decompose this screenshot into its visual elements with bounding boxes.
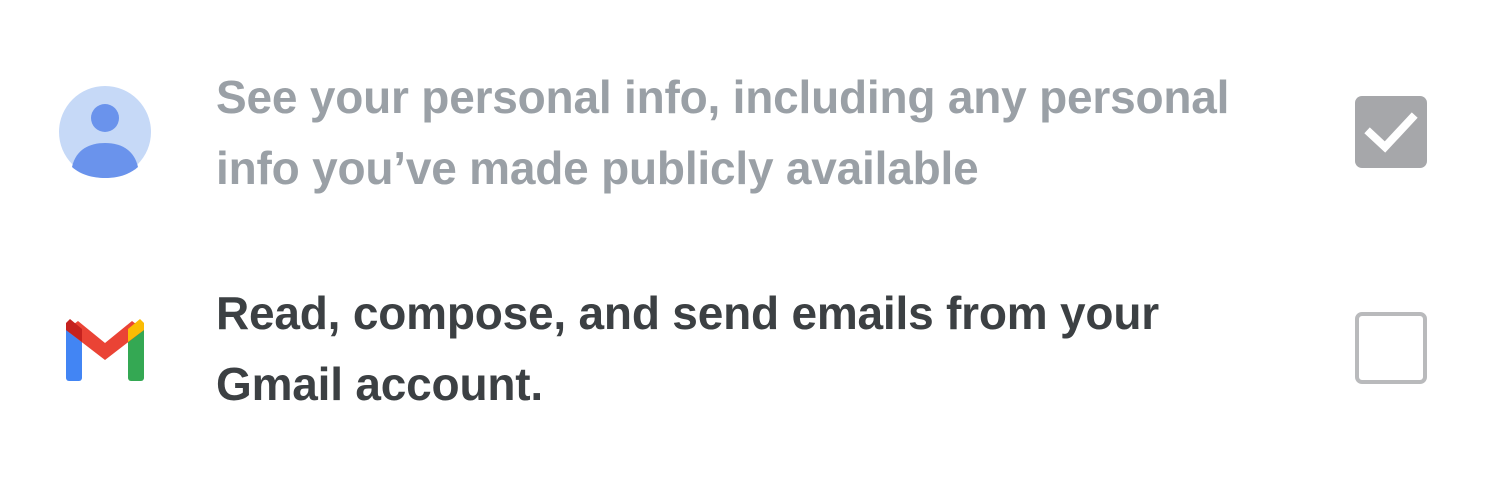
checkmark-icon (1364, 112, 1418, 153)
permission-description-line: info you’ve made publicly available (216, 142, 979, 194)
permission-list: See your personal info, including any pe… (0, 0, 1488, 489)
gmail-icon (58, 301, 152, 395)
account-avatar-icon (58, 85, 152, 179)
permission-description-line: See your personal info, including any pe… (216, 71, 1230, 123)
permission-description: See your personal info, including any pe… (216, 62, 1296, 204)
permission-checkbox-personal-info[interactable] (1355, 96, 1427, 168)
permission-description: Read, compose, and send emails from your… (216, 278, 1296, 420)
permission-description-line: Gmail account. (216, 358, 543, 410)
permission-description-line: Read, compose, and send emails from your (216, 287, 1159, 339)
permission-row-personal-info: See your personal info, including any pe… (0, 52, 1488, 212)
permission-row-gmail: Read, compose, and send emails from your… (0, 268, 1488, 428)
permission-checkbox-gmail[interactable] (1355, 312, 1427, 384)
